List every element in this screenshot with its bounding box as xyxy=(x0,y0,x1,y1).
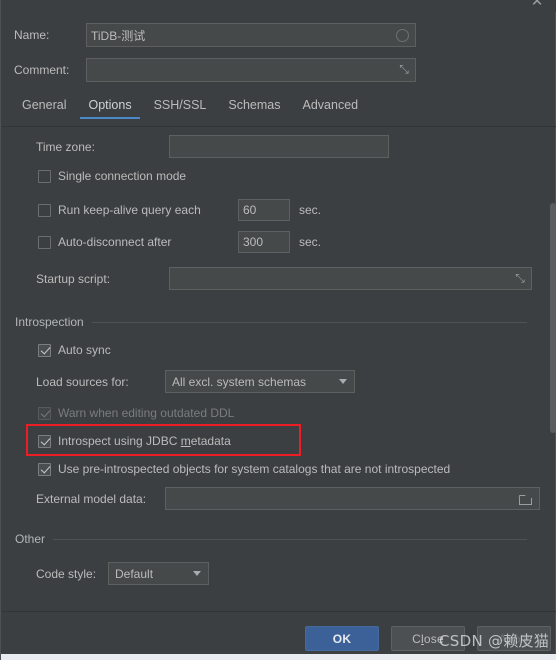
pre-introspected-objects-row[interactable]: Use pre-introspected objects for system … xyxy=(38,462,450,476)
dialog-footer: OK Cl ose Ap ply xyxy=(2,611,556,659)
auto-sync-row[interactable]: Auto sync xyxy=(38,343,111,357)
code-style-row: Code style: Default xyxy=(36,562,209,585)
jdbc-label-post: etadata xyxy=(190,434,231,448)
auto-disconnect-unit-label: sec. xyxy=(299,235,322,249)
other-group-header: Other xyxy=(15,532,527,546)
pre-introspected-objects-checkbox[interactable] xyxy=(38,462,51,476)
introspect-jdbc-metadata-checkbox[interactable] xyxy=(38,434,51,448)
introspect-jdbc-metadata-row[interactable]: Introspect using JDBC metadata xyxy=(38,434,231,448)
auto-sync-label: Auto sync xyxy=(58,343,111,357)
tab-ssh-ssl[interactable]: SSH/SSL xyxy=(143,96,218,119)
introspection-group-title: Introspection xyxy=(15,315,84,329)
external-model-data-label: External model data: xyxy=(36,491,147,506)
chevron-down-icon xyxy=(193,571,201,576)
introspection-group-header: Introspection xyxy=(15,315,527,329)
time-zone-row: Time zone: xyxy=(36,135,389,158)
name-row: Name: TiDB-测试 xyxy=(14,23,416,47)
bottom-strip xyxy=(1,654,556,660)
name-input[interactable]: TiDB-测试 xyxy=(86,23,416,47)
startup-script-label: Startup script: xyxy=(36,271,111,286)
expand-editor-icon[interactable]: ⤡ xyxy=(397,63,411,77)
code-style-select[interactable]: Default xyxy=(108,562,209,585)
apply-label-mnemonic: p xyxy=(506,631,514,646)
comment-input[interactable]: ⤡ xyxy=(86,58,416,82)
close-button[interactable]: Cl ose xyxy=(391,626,465,651)
connection-settings-dialog: ✕ Name: TiDB-测试 Comment: ⤡ General Optio… xyxy=(0,0,556,660)
tab-advanced[interactable]: Advanced xyxy=(292,96,370,119)
jdbc-label-pre: Introspect using JDBC xyxy=(58,434,181,448)
warn-outdated-ddl-checkbox xyxy=(38,406,51,420)
load-sources-value: All excl. system schemas xyxy=(172,374,307,389)
close-label-pre: C xyxy=(412,631,422,646)
keep-alive-checkbox[interactable] xyxy=(38,203,51,217)
introspection-group-divider xyxy=(91,321,527,323)
code-style-label: Code style: xyxy=(36,566,97,581)
single-connection-mode-label: Single connection mode xyxy=(58,169,187,183)
code-style-value: Default xyxy=(115,566,154,581)
auto-sync-checkbox[interactable] xyxy=(38,343,51,357)
name-label: Name: xyxy=(14,28,50,42)
keep-alive-label: Run keep-alive query each xyxy=(58,203,201,217)
close-label-post: ose xyxy=(423,631,444,646)
panel-scrollbar-thumb[interactable] xyxy=(550,203,556,433)
keep-alive-unit-label: sec. xyxy=(299,203,322,217)
ok-button[interactable]: OK xyxy=(305,626,379,651)
folder-icon[interactable] xyxy=(519,493,533,505)
comment-row: Comment: ⤡ xyxy=(14,58,416,82)
single-connection-mode-checkbox[interactable] xyxy=(38,169,51,183)
pre-introspected-objects-label: Use pre-introspected objects for system … xyxy=(58,462,451,476)
chevron-down-icon xyxy=(339,379,347,384)
auto-disconnect-label: Auto-disconnect after xyxy=(58,235,172,249)
dialog-titlebar: ✕ xyxy=(1,0,556,12)
apply-label-pre: A xyxy=(498,631,507,646)
options-panel: Time zone: Single connection mode Run ke… xyxy=(2,126,556,611)
expand-startup-script-icon[interactable]: ⤡ xyxy=(513,271,527,286)
startup-script-row: Startup script: ⤡ xyxy=(36,267,532,290)
other-group-divider xyxy=(53,538,527,540)
introspect-jdbc-metadata-label: Introspect using JDBC metadata xyxy=(58,434,231,448)
close-icon[interactable]: ✕ xyxy=(529,0,545,9)
panel-scrollbar[interactable] xyxy=(548,127,556,611)
keep-alive-input[interactable]: 60 xyxy=(238,199,290,221)
keep-alive-row: Run keep-alive query each 60 sec. xyxy=(38,199,321,221)
jdbc-label-mnemonic: m xyxy=(180,434,191,448)
load-sources-row: Load sources for: All excl. system schem… xyxy=(36,370,355,393)
load-sources-label: Load sources for: xyxy=(36,374,129,389)
comment-label: Comment: xyxy=(14,63,70,77)
warn-outdated-ddl-row: Warn when editing outdated DDL xyxy=(38,406,234,420)
startup-script-input[interactable]: ⤡ xyxy=(169,267,532,290)
apply-label-post: ply xyxy=(513,631,530,646)
tab-schemas[interactable]: Schemas xyxy=(217,96,291,119)
time-zone-label: Time zone: xyxy=(36,139,95,154)
apply-button[interactable]: Ap ply xyxy=(477,626,551,651)
external-model-data-row: External model data: xyxy=(36,487,540,510)
tab-bar: General Options SSH/SSL Schemas Advanced xyxy=(1,96,556,124)
auto-disconnect-input[interactable]: 300 xyxy=(238,231,290,253)
single-connection-mode-row[interactable]: Single connection mode xyxy=(38,169,186,183)
time-zone-input[interactable] xyxy=(169,135,389,158)
external-model-data-input[interactable] xyxy=(165,487,540,510)
auto-disconnect-checkbox[interactable] xyxy=(38,235,51,249)
auto-disconnect-row: Auto-disconnect after 300 sec. xyxy=(38,231,321,253)
test-connection-status-icon xyxy=(396,28,409,42)
tab-general[interactable]: General xyxy=(11,96,77,119)
other-group-title: Other xyxy=(15,532,46,546)
tab-options[interactable]: Options xyxy=(77,96,142,119)
load-sources-select[interactable]: All excl. system schemas xyxy=(165,370,355,393)
name-input-value: TiDB-测试 xyxy=(91,28,146,43)
warn-outdated-ddl-label: Warn when editing outdated DDL xyxy=(58,406,235,420)
dialog-header: Name: TiDB-测试 Comment: ⤡ xyxy=(1,12,556,94)
